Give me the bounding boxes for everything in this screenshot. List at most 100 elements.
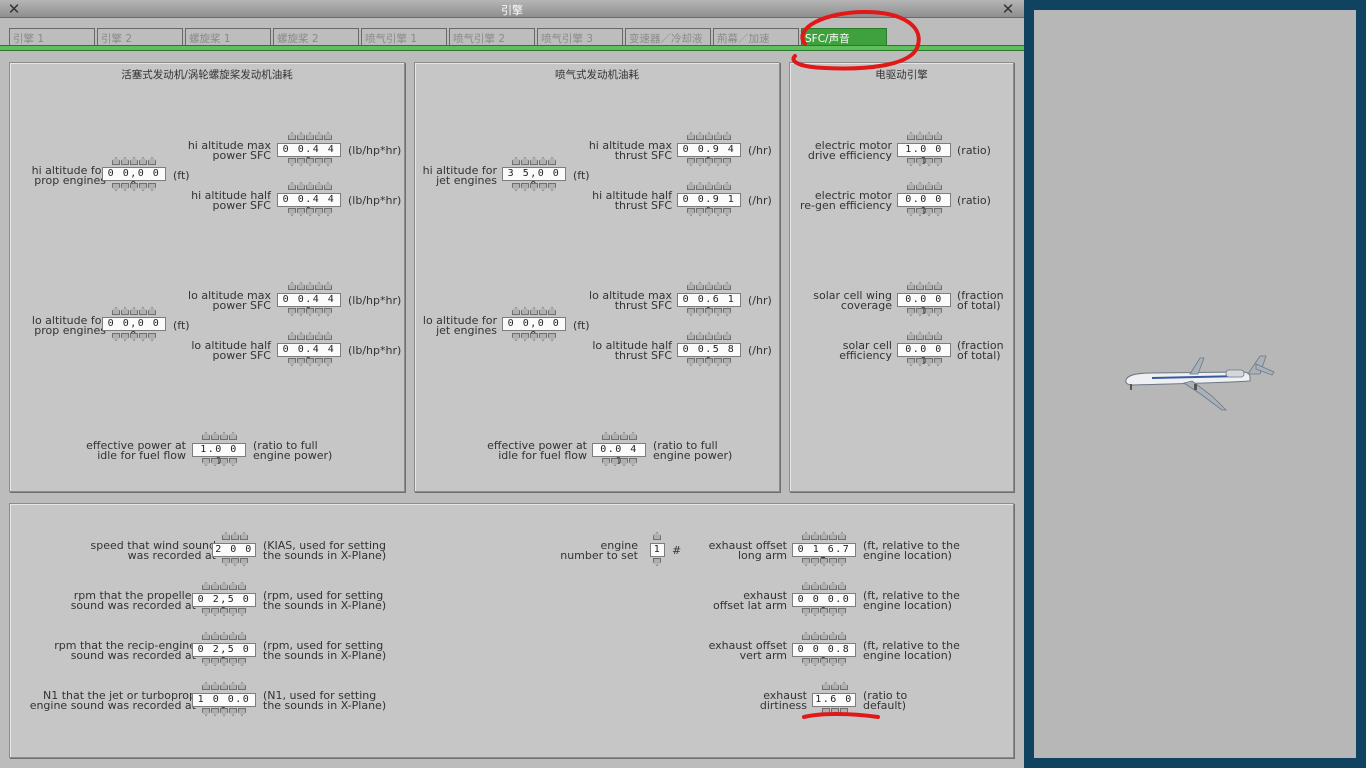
hi-alt-half-tsfc-field[interactable]: 0 0.9 1 0 <box>677 193 741 217</box>
tab-jet-engine-1[interactable]: 喷气引擎 1 <box>361 28 447 45</box>
tab-jet-engine-3[interactable]: 喷气引擎 3 <box>537 28 623 45</box>
arrow-down-icon[interactable] <box>288 358 332 366</box>
hi-alt-half-sfc-field[interactable]: 0 0.4 4 0 <box>277 193 341 217</box>
exhaust-lat-arm-field[interactable]: 0 0 0.0 0 <box>792 593 856 617</box>
arrow-down-icon[interactable] <box>602 458 637 466</box>
arrow-down-icon[interactable] <box>202 608 246 616</box>
unit-label: (lb/hp*hr) <box>348 294 402 307</box>
aircraft-preview-viewport <box>1034 10 1356 758</box>
tab-propeller-2[interactable]: 螺旋桨 2 <box>273 28 359 45</box>
n1-sound-field[interactable]: 1 0 0.0 0 <box>192 693 256 717</box>
tab-engine-2[interactable]: 引擎 2 <box>97 28 183 45</box>
hi-alt-prop-field[interactable]: 0 0,0 0 0 <box>102 167 166 191</box>
arrow-up-icon[interactable] <box>112 307 156 315</box>
exhaust-dirtiness-field[interactable]: 1.6 0 <box>812 693 856 707</box>
arrow-up-icon[interactable] <box>602 432 637 440</box>
arrow-down-icon[interactable] <box>112 333 156 341</box>
arrow-up-icon[interactable] <box>802 532 846 540</box>
arrow-down-icon[interactable] <box>687 158 731 166</box>
arrow-down-icon[interactable] <box>112 183 156 191</box>
exhaust-vert-arm-field[interactable]: 0 0 0.8 0 <box>792 643 856 667</box>
arrow-up-icon[interactable] <box>288 182 332 190</box>
arrow-up-icon[interactable] <box>907 332 942 340</box>
jet-idle-power-field[interactable]: 0.0 4 0 <box>592 443 646 467</box>
hi-alt-max-sfc-field[interactable]: 0 0.4 4 0 <box>277 143 341 167</box>
arrow-down-icon[interactable] <box>222 558 248 566</box>
prop-rpm-field[interactable]: 0 2,5 0 0 <box>192 593 256 617</box>
panel-title: 喷气式发动机油耗 <box>555 69 639 81</box>
tab-engine-1[interactable]: 引擎 1 <box>9 28 95 45</box>
arrow-up-icon[interactable] <box>687 282 731 290</box>
tab-sfc-sound[interactable]: SFC/声音 <box>801 28 887 45</box>
arrow-down-icon[interactable] <box>822 708 848 716</box>
arrow-down-icon[interactable] <box>907 208 942 216</box>
arrow-down-icon[interactable] <box>512 183 556 191</box>
arrow-up-icon[interactable] <box>687 332 731 340</box>
engine-number-field[interactable]: 1 <box>650 543 665 557</box>
arrow-down-icon[interactable] <box>202 708 246 716</box>
arrow-down-icon[interactable] <box>802 658 846 666</box>
tab-acceleration[interactable]: 荊幕／加速 <box>713 28 799 45</box>
lo-alt-prop-field[interactable]: 0 0,0 0 0 <box>102 317 166 341</box>
hi-alt-max-tsfc-field[interactable]: 0 0.9 4 0 <box>677 143 741 167</box>
exhaust-long-arm-field[interactable]: 0 1 6.7 5 <box>792 543 856 567</box>
arrow-down-icon[interactable] <box>288 158 332 166</box>
tab-transmission[interactable]: 变速器／冷却液 <box>625 28 711 45</box>
arrow-up-icon[interactable] <box>288 282 332 290</box>
solar-wing-coverage-label: solar cell wing coverage <box>813 289 892 312</box>
unit-label: (ft) <box>173 169 190 182</box>
arrow-down-icon[interactable] <box>687 358 731 366</box>
arrow-down-icon[interactable] <box>202 458 237 466</box>
recip-rpm-field[interactable]: 0 2,5 0 0 <box>192 643 256 667</box>
arrow-up-icon[interactable] <box>202 432 237 440</box>
arrow-down-icon[interactable] <box>288 308 332 316</box>
unit-label: (N1, used for setting the sounds in X-Pla… <box>263 689 387 712</box>
arrow-up-icon[interactable] <box>822 682 848 690</box>
arrow-up-icon[interactable] <box>907 182 942 190</box>
arrow-up-icon[interactable] <box>653 532 661 540</box>
arrow-up-icon[interactable] <box>802 632 846 640</box>
arrow-up-icon[interactable] <box>112 157 156 165</box>
arrow-down-icon[interactable] <box>687 308 731 316</box>
arrow-up-icon[interactable] <box>802 582 846 590</box>
lo-alt-half-sfc-field[interactable]: 0 0.4 4 0 <box>277 343 341 367</box>
lo-alt-max-tsfc-field[interactable]: 0 0.6 1 0 <box>677 293 741 317</box>
arrow-up-icon[interactable] <box>687 132 731 140</box>
arrow-down-icon[interactable] <box>907 158 942 166</box>
idle-power-field[interactable]: 1.0 0 0 <box>192 443 246 467</box>
drive-efficiency-field[interactable]: 1.0 0 0 <box>897 143 951 167</box>
solar-wing-coverage-field[interactable]: 0.0 0 0 <box>897 293 951 317</box>
unit-label: (lb/hp*hr) <box>348 194 402 207</box>
arrow-down-icon[interactable] <box>907 358 942 366</box>
arrow-down-icon[interactable] <box>288 208 332 216</box>
arrow-down-icon[interactable] <box>202 658 246 666</box>
arrow-up-icon[interactable] <box>202 632 246 640</box>
wind-sound-speed-field[interactable]: 2 0 0 <box>212 543 256 557</box>
arrow-up-icon[interactable] <box>687 182 731 190</box>
arrow-down-icon[interactable] <box>907 308 942 316</box>
unit-label: (rpm, used for setting the sounds in X-Pl… <box>263 639 387 662</box>
lo-alt-jet-field[interactable]: 0 0,0 0 0 <box>502 317 566 341</box>
arrow-up-icon[interactable] <box>222 532 248 540</box>
arrow-up-icon[interactable] <box>512 307 556 315</box>
close-icon[interactable]: ✕ <box>1000 1 1016 17</box>
tab-jet-engine-2[interactable]: 喷气引擎 2 <box>449 28 535 45</box>
tab-propeller-1[interactable]: 螺旋桨 1 <box>185 28 271 45</box>
arrow-up-icon[interactable] <box>512 157 556 165</box>
regen-efficiency-field[interactable]: 0.0 0 0 <box>897 193 951 217</box>
arrow-down-icon[interactable] <box>687 208 731 216</box>
arrow-down-icon[interactable] <box>802 558 846 566</box>
arrow-down-icon[interactable] <box>802 608 846 616</box>
solar-efficiency-field[interactable]: 0.0 0 0 <box>897 343 951 367</box>
arrow-down-icon[interactable] <box>512 333 556 341</box>
lo-alt-max-sfc-field[interactable]: 0 0.4 4 0 <box>277 293 341 317</box>
lo-alt-half-tsfc-field[interactable]: 0 0.5 8 0 <box>677 343 741 367</box>
arrow-up-icon[interactable] <box>907 132 942 140</box>
arrow-up-icon[interactable] <box>907 282 942 290</box>
arrow-up-icon[interactable] <box>202 582 246 590</box>
arrow-up-icon[interactable] <box>202 682 246 690</box>
arrow-down-icon[interactable] <box>653 558 661 566</box>
arrow-up-icon[interactable] <box>288 132 332 140</box>
arrow-up-icon[interactable] <box>288 332 332 340</box>
hi-alt-jet-field[interactable]: 3 5,0 0 0 <box>502 167 566 191</box>
